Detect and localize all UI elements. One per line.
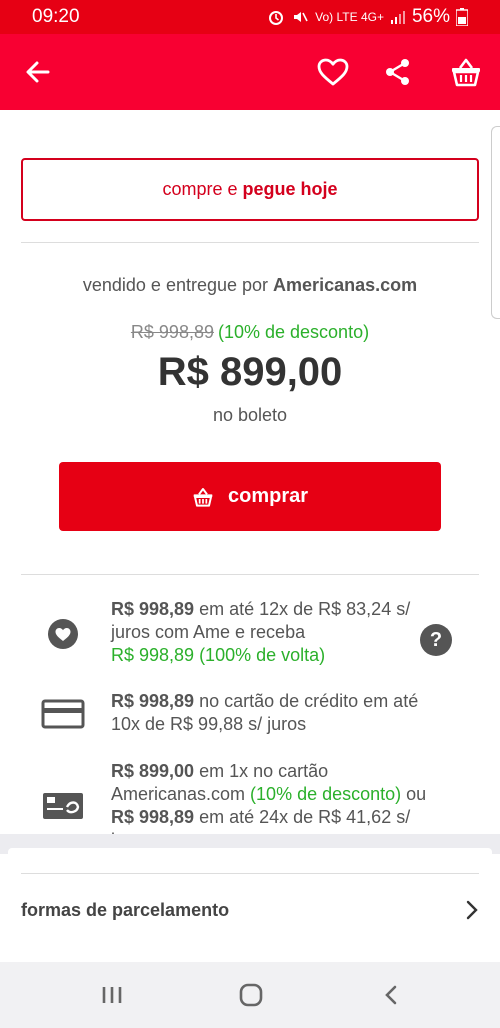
discount-label: (10% de desconto) [250,784,402,804]
share-icon[interactable] [378,52,418,92]
ame-heart-icon [38,614,88,654]
pickup-today-button[interactable]: compre e pegue hoje [21,158,479,221]
alarm-icon [269,11,284,25]
buy-button-label: comprar [227,485,309,507]
arrow-left-icon[interactable] [18,52,58,92]
battery-icon [456,8,468,26]
payment-amount: R$ 998,89 [111,691,195,711]
pickup-text: compre e [162,179,238,199]
price-note: no boleto [212,405,288,425]
basket-icon[interactable] [446,52,486,92]
divider [21,242,479,243]
system-nav-bar [0,962,500,1028]
payment-amount: R$ 899,00 [111,761,195,781]
recent-apps-icon[interactable] [92,978,132,1012]
old-price: R$ 998,89 [130,322,214,342]
main-price: R$ 899,00 [157,350,343,394]
next-section-card [8,848,492,858]
installments-label: formas de parcelamento [21,899,230,920]
network-label: Vo) LTE 4G+ [315,10,384,24]
installments-row[interactable]: formas de parcelamento [21,890,479,930]
cashback-label: R$ 998,89 (100% de volta) [111,645,326,665]
pickup-emphasis: pegue hoje [242,179,338,199]
payment-amount-alt: R$ 998,89 [111,807,195,827]
app-bar [0,34,500,110]
section-separator [0,834,500,858]
payment-amount: R$ 998,89 [111,599,195,619]
payment-connector: ou [401,784,427,804]
discount-label: (10% de desconto) [217,322,370,342]
seller-prefix: vendido e entregue por [82,275,269,295]
help-icon[interactable]: ? [420,624,452,656]
signal-icon [390,11,405,24]
heart-icon[interactable] [313,52,353,92]
home-icon[interactable] [231,978,271,1012]
chevron-right-icon [466,900,478,920]
store-card-icon [38,786,88,826]
mute-icon [294,12,308,22]
status-time: 09:20 [32,6,80,27]
payment-option-text: R$ 998,89 em até 12x de R$ 83,24 s/ juro… [111,598,431,667]
status-bar: 09:20 Vo) LTE 4G+ 56% [0,0,500,34]
status-icons: Vo) LTE 4G+ 56% [267,6,468,28]
product-buy-panel: compre e pegue hoje vendido e entregue p… [0,110,500,944]
seller-name: Americanas.com [273,275,418,295]
buy-button[interactable]: comprar [59,462,441,531]
divider [21,873,479,874]
payment-option-text: R$ 998,89 no cartão de crédito em até 10… [111,690,431,736]
basket-icon [192,487,214,507]
divider [21,574,479,575]
seller-info: vendido e entregue por Americanas.com [0,275,500,296]
back-icon[interactable] [371,978,411,1012]
battery-percent: 56% [411,6,450,27]
credit-card-icon [38,694,88,734]
old-price-line: R$ 998,89 (10% de desconto) [0,322,500,343]
